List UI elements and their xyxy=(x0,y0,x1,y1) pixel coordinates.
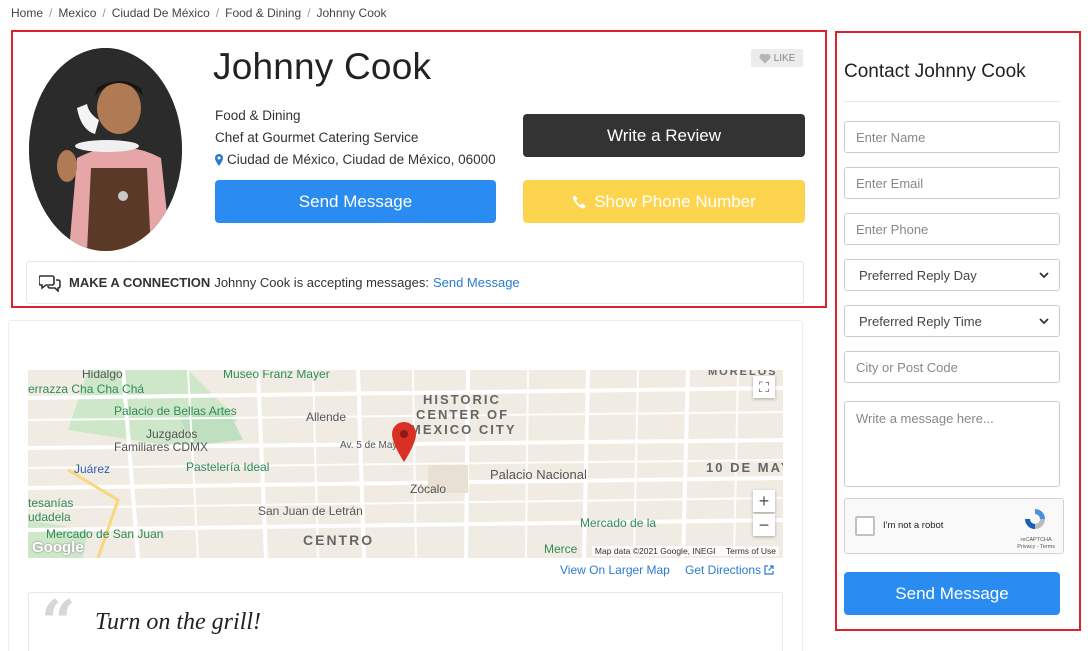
write-review-button[interactable]: Write a Review xyxy=(523,114,805,157)
breadcrumb-mexico[interactable]: Mexico xyxy=(58,6,96,20)
recaptcha-terms[interactable]: Privacy - Terms xyxy=(1017,544,1055,551)
reply-day-select[interactable]: Preferred Reply Day xyxy=(844,259,1060,291)
recaptcha-checkbox[interactable] xyxy=(855,516,875,536)
map-terms-link[interactable]: Terms of Use xyxy=(726,546,776,556)
map-label-pasteleria: Pastelería Ideal xyxy=(186,460,270,474)
map-label-artesanias: tesanías xyxy=(28,496,74,510)
chef-photo xyxy=(29,48,182,251)
view-larger-map-link[interactable]: View On Larger Map xyxy=(560,563,670,577)
contact-send-button[interactable]: Send Message xyxy=(844,572,1060,615)
connection-text: Johnny Cook is accepting messages: xyxy=(214,275,429,290)
map-label-ciudadela: udadela xyxy=(28,510,71,524)
profile-category: Food & Dining xyxy=(215,108,301,123)
phone-icon xyxy=(572,195,586,208)
breadcrumb-category[interactable]: Food & Dining xyxy=(225,6,301,20)
profile-card: Johnny Cook LIKE Food & Dining Chef at G… xyxy=(11,30,827,308)
profile-name: Johnny Cook xyxy=(213,46,432,87)
like-label: LIKE xyxy=(773,52,796,64)
location-text: Ciudad de México, Ciudad de México, 0600… xyxy=(227,152,496,167)
recaptcha-widget: I'm not a robot reCAPTCHA Privacy - Term… xyxy=(844,498,1064,554)
map-label-juzgados: Juzgados xyxy=(146,427,198,441)
name-field[interactable]: Enter Name xyxy=(844,121,1060,153)
zoom-in-button[interactable]: + xyxy=(753,490,775,512)
map-label-san-juan: San Juan de Letrán xyxy=(258,504,363,518)
map-label-hidalgo: Hidalgo xyxy=(82,370,123,381)
map-label-museo: Museo Franz Mayer xyxy=(223,370,330,381)
like-button[interactable]: LIKE xyxy=(751,49,803,67)
contact-title: Contact Johnny Cook xyxy=(844,61,1026,82)
breadcrumb: Home / Mexico / Ciudad De México / Food & D… xyxy=(11,6,387,20)
contact-divider xyxy=(844,101,1060,102)
map-attribution: Map data ©2021 Google, INEGI Terms of Us… xyxy=(591,546,779,556)
email-field[interactable]: Enter Email xyxy=(844,167,1060,199)
message-textarea[interactable]: Write a message here... xyxy=(844,401,1060,487)
map-label-familiares: Familiares CDMX xyxy=(114,440,209,454)
get-directions-label: Get Directions xyxy=(685,563,762,577)
location-pin-icon xyxy=(215,153,223,166)
profile-job: Chef at Gourmet Catering Service xyxy=(215,130,419,145)
breadcrumb-current: Johnny Cook xyxy=(316,6,387,20)
map-label-bellas-artes: Palacio de Bellas Artes xyxy=(114,404,237,418)
map-label-center-of: CENTER OF xyxy=(416,407,510,422)
contact-panel: Contact Johnny Cook Enter Name Enter Ema… xyxy=(835,31,1081,631)
connection-bar: MAKE A CONNECTION Johnny Cook is accepti… xyxy=(26,261,804,304)
zoom-out-button[interactable]: − xyxy=(753,514,775,536)
recaptcha-logo-icon xyxy=(1025,509,1045,529)
map-embed[interactable]: Hidalgo Museo Franz Mayer errazza Cha Ch… xyxy=(28,370,783,558)
get-directions-link[interactable]: Get Directions xyxy=(685,563,774,577)
map-label-palacio-nacional: Palacio Nacional xyxy=(490,467,587,482)
map-label-centro: CENTRO xyxy=(303,532,375,548)
avatar xyxy=(29,48,182,251)
map-label-mercado-la: Mercado de la xyxy=(580,516,657,530)
map-label-mexico-city: MEXICO CITY xyxy=(410,422,517,437)
quote-icon: “ xyxy=(41,588,76,651)
chevron-down-icon xyxy=(1039,271,1049,278)
send-message-button[interactable]: Send Message xyxy=(215,180,496,223)
fullscreen-icon[interactable]: ⛶ xyxy=(753,376,775,398)
map-marker-icon[interactable] xyxy=(392,422,416,462)
breadcrumb-home[interactable]: Home xyxy=(11,6,43,20)
chat-bubbles-icon xyxy=(39,274,61,292)
map-label-merce: Merce xyxy=(544,542,578,556)
breadcrumb-ciudad[interactable]: Ciudad De México xyxy=(112,6,210,20)
connection-send-link[interactable]: Send Message xyxy=(433,275,520,290)
recaptcha-label: I'm not a robot xyxy=(883,520,944,531)
chevron-down-icon xyxy=(1039,317,1049,324)
map-label-diez-mayo: 10 DE MAY xyxy=(706,460,783,475)
external-link-icon xyxy=(764,565,774,575)
reply-time-select[interactable]: Preferred Reply Time xyxy=(844,305,1060,337)
map-label-allende: Allende xyxy=(306,410,347,424)
recaptcha-brand: reCAPTCHA Privacy - Terms xyxy=(1017,537,1055,550)
connection-heading: MAKE A CONNECTION xyxy=(69,275,211,290)
reply-time-value: Preferred Reply Time xyxy=(859,313,982,329)
quote-text: Turn on the grill! xyxy=(95,609,262,635)
map-label-zocalo: Zócalo xyxy=(410,482,447,496)
quote-card: “ Turn on the grill! xyxy=(28,592,783,651)
google-logo: Google xyxy=(32,539,84,556)
map-label-historic: HISTORIC xyxy=(423,392,501,407)
show-phone-label: Show Phone Number xyxy=(594,191,756,211)
show-phone-button[interactable]: Show Phone Number xyxy=(523,180,805,223)
city-field[interactable]: City or Post Code xyxy=(844,351,1060,383)
map-label-juarez: Juárez xyxy=(74,462,111,476)
profile-location: Ciudad de México, Ciudad de México, 0600… xyxy=(215,152,496,167)
phone-field[interactable]: Enter Phone xyxy=(844,213,1060,245)
heart-icon xyxy=(759,53,771,63)
reply-day-value: Preferred Reply Day xyxy=(859,267,977,283)
map-label-terraza: errazza Cha Cha Chá xyxy=(28,382,145,396)
